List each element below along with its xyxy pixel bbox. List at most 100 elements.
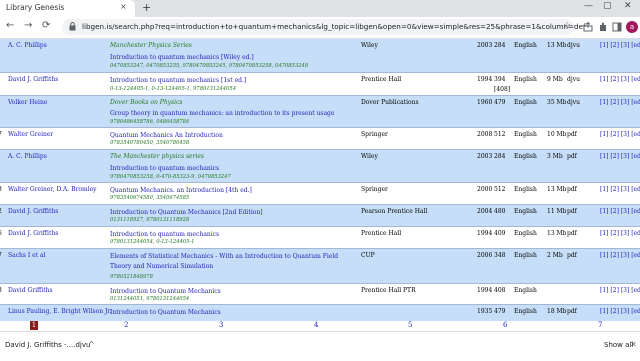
author-link[interactable]: David Griffiths [8, 287, 53, 294]
file-size: 3 Mb [547, 153, 563, 160]
row-id: 3 [0, 186, 2, 193]
pages: 394 [494, 76, 506, 83]
year: 1994 [477, 230, 493, 237]
pages: 479 [494, 99, 506, 106]
table-row: 7 Sachs I et al Elements of Statistical Me… [0, 249, 640, 284]
row-id: 7 [0, 252, 2, 259]
file-extension: djvu [567, 99, 580, 106]
row-id: 2 [0, 208, 2, 215]
sidebar-icon[interactable] [612, 22, 622, 32]
page-link[interactable]: 3 [219, 321, 223, 329]
file-size: 13 Mb [547, 186, 567, 193]
star-icon[interactable]: ☆ [563, 21, 571, 31]
url-text[interactable]: libgen.is/search.php?req=introduction+to… [82, 22, 586, 31]
title-link[interactable]: Group theory in quantum mechanics: an in… [110, 109, 358, 119]
year: 1994 [477, 76, 493, 83]
title-link[interactable]: Introduction to quantum mechanics [1st e… [110, 76, 358, 86]
window-close-icon[interactable]: ✕ [624, 1, 632, 11]
back-icon[interactable]: ← [6, 20, 14, 31]
table-row: Volker Heine Dover Books on Physics Group … [0, 96, 640, 128]
table-row: 3David GriffithsIntroduction to Quantum … [0, 284, 640, 305]
pages-secondary: [408] [494, 86, 511, 93]
language: English [514, 308, 537, 315]
mirror-links[interactable]: [1] [2] [3] [edit] [600, 186, 640, 193]
author-link[interactable]: David J. Griffiths [8, 208, 58, 215]
title-link[interactable]: Introduction to quantum mechanics [110, 164, 358, 174]
author-link[interactable]: Linus Pauling, E. Bright Wilson Jr. [8, 308, 111, 315]
author-link[interactable]: A. C. Phillips [8, 42, 47, 49]
file-extension: pdf [567, 186, 577, 193]
row-id: 5 [0, 230, 2, 237]
share-icon[interactable] [583, 22, 593, 32]
author-link[interactable]: Walter Greiner, D.A. Bromley [8, 186, 97, 193]
file-size: 11 Mb [547, 208, 567, 215]
author-link[interactable]: Volker Heine [8, 99, 47, 106]
mirror-links[interactable]: [1] [2] [3] [edit] [600, 99, 640, 106]
page-link[interactable]: 1 [30, 321, 38, 330]
publisher: CUP [361, 252, 375, 259]
chevron-up-icon[interactable]: ^ [88, 340, 95, 349]
mirror-links[interactable]: [1] [2] [3] [edit] [600, 153, 640, 160]
mirror-links[interactable]: [1] [2] [3] [edit] [600, 252, 640, 259]
page-link[interactable]: 6 [503, 321, 507, 329]
download-item[interactable]: David J. Griffiths -....djvu [5, 341, 90, 349]
series-link[interactable]: Dover Books on Physics [110, 99, 183, 106]
isbn-text: 9780486458786, 0486458784 [110, 119, 190, 125]
mirror-links[interactable]: [1] [2] [3] [edit] [600, 230, 640, 237]
table-row: David J. Griffiths Introduction to quantu… [0, 73, 640, 96]
year: 2000 [477, 186, 493, 193]
publisher: Prentice Hall [361, 76, 402, 83]
language: English [514, 230, 537, 237]
reload-icon[interactable]: ⟳ [42, 20, 50, 31]
tab-close-icon[interactable]: × [120, 2, 127, 11]
year: 1935 [477, 308, 493, 315]
pages: 512 [494, 186, 506, 193]
author-link[interactable]: A. C. Phillips [8, 153, 47, 160]
author-link[interactable]: David J. Griffiths [8, 230, 58, 237]
new-tab-icon[interactable]: + [142, 1, 151, 14]
title-link[interactable]: Introduction to quantum mechanics [Wiley… [110, 53, 358, 63]
mirror-links[interactable]: [1] [2] [3] [edit] [600, 308, 640, 315]
isbn-text: 0470853247, 0470853255, 9780470853245, 9… [110, 63, 309, 69]
series-link[interactable]: Manchester Physics Series [110, 42, 192, 49]
pages: 408 [494, 287, 506, 294]
language: English [514, 42, 537, 49]
minimize-icon[interactable]: — [584, 1, 593, 11]
file-size: 13 Mb [547, 230, 567, 237]
author-link[interactable]: Sachs I et al [8, 252, 46, 259]
page-link[interactable]: 7 [598, 321, 602, 329]
download-bar-close-icon[interactable]: ✕ [630, 340, 637, 349]
series-link[interactable]: The Manchester physics series [110, 153, 204, 160]
page-link[interactable]: 5 [408, 321, 412, 329]
mirror-links[interactable]: [1] [2] [3] [edit] [600, 76, 640, 83]
publisher: Dover Publications [361, 99, 419, 106]
language: English [514, 287, 537, 294]
table-row: A. C. Phillips Manchester Physics Series I… [0, 39, 640, 73]
pages: 409 [494, 230, 506, 237]
profile-avatar[interactable]: a [626, 21, 638, 33]
forward-icon[interactable]: → [24, 20, 32, 31]
mirror-links[interactable]: [1] [2] [3] [edit] [600, 287, 640, 294]
author-link[interactable]: Walter Greiner [8, 131, 53, 138]
extensions-icon[interactable] [598, 22, 608, 32]
language: English [514, 131, 537, 138]
mirror-links[interactable]: [1] [2] [3] [edit] [600, 208, 640, 215]
file-size: 2 Mb [547, 252, 563, 259]
title-link[interactable]: Introduction to Quantum Mechanics [110, 308, 358, 318]
file-extension: pdf [567, 131, 577, 138]
browser-tab[interactable]: Library Genesis × [0, 0, 135, 17]
table-row: 5David J. GriffithsIntroduction to quant… [0, 227, 640, 249]
page-link[interactable]: 4 [314, 321, 318, 329]
show-all-button[interactable]: Show all [604, 341, 633, 349]
row-id: 3 [0, 287, 2, 294]
author-link[interactable]: David J. Griffiths [8, 76, 58, 83]
file-extension: pdf [567, 230, 577, 237]
maximize-icon[interactable]: ▢ [603, 1, 612, 11]
page-link[interactable]: 2 [124, 321, 128, 329]
year: 1960 [477, 99, 493, 106]
title-link[interactable]: Elements of Statistical Mechanics - With… [110, 252, 358, 272]
mirror-links[interactable]: [1] [2] [3] [edit] [600, 42, 640, 49]
address-bar[interactable]: libgen.is/search.php?req=introduction+to… [62, 19, 586, 35]
language: English [514, 99, 537, 106]
mirror-links[interactable]: [1] [2] [3] [edit] [600, 131, 640, 138]
